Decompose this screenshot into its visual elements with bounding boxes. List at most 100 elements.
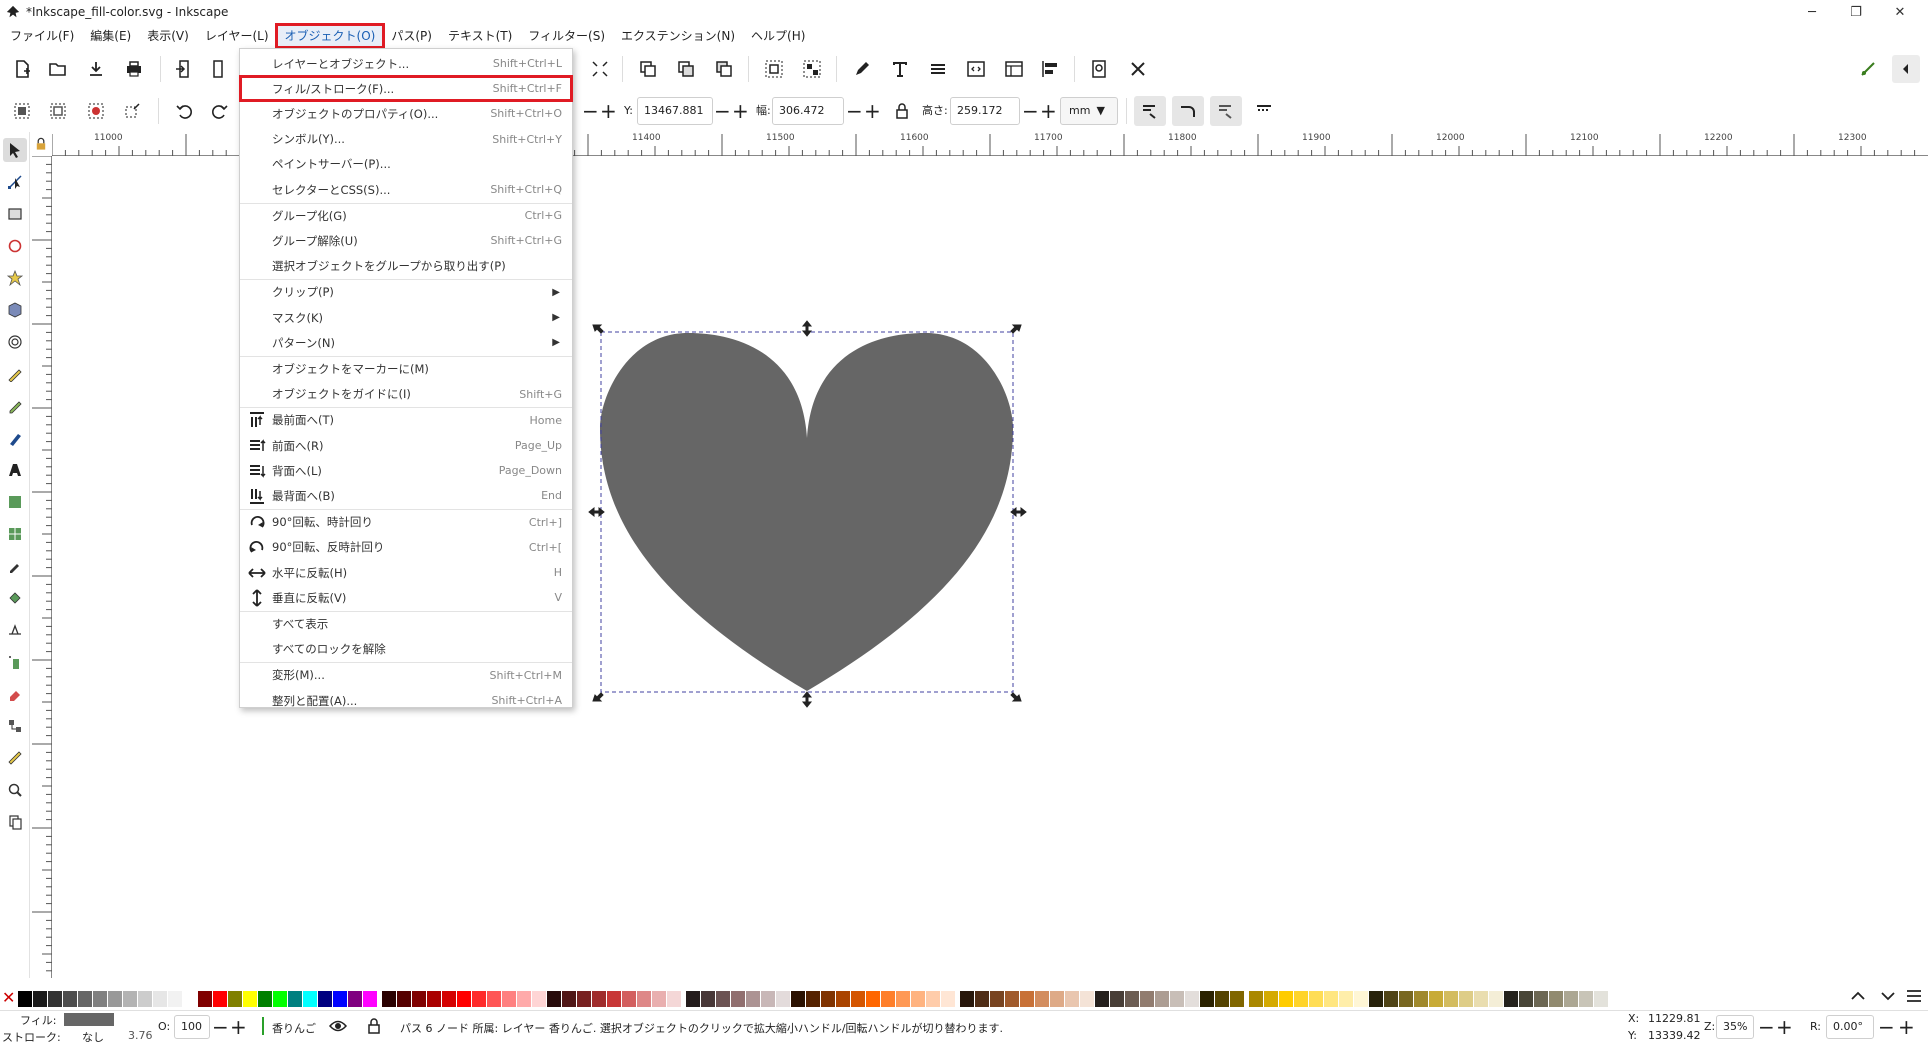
tool-mesh[interactable]: [3, 522, 27, 546]
none-color-swatch[interactable]: ✕: [2, 988, 15, 1007]
color-swatch[interactable]: [941, 991, 955, 1007]
tool-star[interactable]: [3, 266, 27, 290]
object-menu-item[interactable]: クリップ(P) ▶: [240, 280, 572, 305]
color-swatch[interactable]: [547, 991, 561, 1007]
menu-file[interactable]: ファイル(F): [2, 25, 82, 47]
transform-gradients-toggle[interactable]: [1210, 96, 1242, 126]
tool-pages[interactable]: [3, 810, 27, 834]
color-swatch[interactable]: [1264, 991, 1278, 1007]
color-swatch[interactable]: [93, 991, 107, 1007]
color-swatch[interactable]: [836, 991, 850, 1007]
color-swatch[interactable]: [701, 991, 715, 1007]
zoom-field[interactable]: 35%: [1716, 1015, 1754, 1039]
width-plus-icon[interactable]: +: [864, 97, 881, 125]
color-swatch[interactable]: [78, 991, 92, 1007]
color-swatch[interactable]: [1489, 991, 1503, 1007]
color-swatch[interactable]: [622, 991, 636, 1007]
menu-help[interactable]: ヘルプ(H): [743, 25, 813, 47]
x-minus-icon[interactable]: −: [582, 97, 599, 125]
y-plus-icon[interactable]: +: [732, 97, 749, 125]
object-menu-item[interactable]: 背面へ(L) Page_Down: [240, 458, 572, 483]
tool-ellipse[interactable]: [3, 234, 27, 258]
palette-scroll-down-button[interactable]: [1876, 984, 1900, 1008]
rotate-ccw-button[interactable]: [170, 97, 198, 125]
restore-button[interactable]: ❐: [1834, 0, 1878, 24]
tool-selector[interactable]: [3, 138, 27, 162]
object-menu-item[interactable]: 最背面へ(B) End: [240, 483, 572, 508]
touch-select-button[interactable]: [118, 97, 146, 125]
print-button[interactable]: [120, 55, 148, 83]
color-swatch[interactable]: [1110, 991, 1124, 1007]
color-swatch[interactable]: [123, 991, 137, 1007]
new-document-button[interactable]: [8, 55, 36, 83]
color-swatch[interactable]: [442, 991, 456, 1007]
object-menu-item[interactable]: すべてのロックを解除: [240, 637, 572, 662]
color-swatch[interactable]: [487, 991, 501, 1007]
menu-text[interactable]: テキスト(T): [440, 25, 520, 47]
color-swatch[interactable]: [258, 991, 272, 1007]
color-swatch[interactable]: [990, 991, 1004, 1007]
object-menu-item[interactable]: 水平に反転(H) H: [240, 560, 572, 585]
color-swatch[interactable]: [746, 991, 760, 1007]
color-swatch[interactable]: [1384, 991, 1398, 1007]
heart-shape[interactable]: [600, 332, 1013, 691]
duplicate-button[interactable]: [634, 55, 662, 83]
color-swatch[interactable]: [517, 991, 531, 1007]
color-swatch[interactable]: [607, 991, 621, 1007]
palette-menu-button[interactable]: [1902, 984, 1926, 1008]
color-swatch[interactable]: [761, 991, 775, 1007]
ungroup-button[interactable]: [798, 55, 826, 83]
color-swatch[interactable]: [228, 991, 242, 1007]
color-swatch[interactable]: [273, 991, 287, 1007]
export-button[interactable]: [206, 55, 234, 83]
object-menu-item[interactable]: グループ解除(U) Shift+Ctrl+G: [240, 228, 572, 253]
color-swatch[interactable]: [1414, 991, 1428, 1007]
color-swatch[interactable]: [1549, 991, 1563, 1007]
color-swatch[interactable]: [1170, 991, 1184, 1007]
color-swatch[interactable]: [1339, 991, 1353, 1007]
object-menu-item[interactable]: マスク(K) ▶: [240, 305, 572, 330]
color-swatch[interactable]: [1125, 991, 1139, 1007]
tool-rectangle[interactable]: [3, 202, 27, 226]
color-swatch[interactable]: [532, 991, 546, 1007]
transform-patterns-toggle[interactable]: [1250, 97, 1278, 125]
color-swatch[interactable]: [1294, 991, 1308, 1007]
color-swatch[interactable]: [791, 991, 805, 1007]
height-field[interactable]: 259.172: [950, 97, 1020, 125]
color-swatch[interactable]: [243, 991, 257, 1007]
snap-toggle-button[interactable]: [1854, 55, 1882, 83]
object-menu-item[interactable]: すべて表示: [240, 611, 572, 636]
color-swatch[interactable]: [1080, 991, 1094, 1007]
opacity-plus-icon[interactable]: +: [230, 1013, 247, 1041]
tool-node[interactable]: [3, 170, 27, 194]
color-swatch[interactable]: [138, 991, 152, 1007]
fill-stroke-button[interactable]: [848, 55, 876, 83]
palette-scroll-up-button[interactable]: [1846, 984, 1870, 1008]
select-all-layers-button[interactable]: [44, 97, 72, 125]
scale-corners-toggle[interactable]: [1172, 96, 1204, 126]
preferences-button[interactable]: [1124, 55, 1152, 83]
tool-measure[interactable]: [3, 746, 27, 770]
color-swatch[interactable]: [1309, 991, 1323, 1007]
color-swatch[interactable]: [183, 991, 197, 1007]
tool-connector[interactable]: [3, 714, 27, 738]
tool-spiral[interactable]: [3, 330, 27, 354]
color-swatch[interactable]: [1534, 991, 1548, 1007]
rotate-field[interactable]: 0.00°: [1826, 1015, 1874, 1039]
color-swatch[interactable]: [1249, 991, 1263, 1007]
color-swatch[interactable]: [1035, 991, 1049, 1007]
print-preview-button[interactable]: [1086, 55, 1114, 83]
color-swatch[interactable]: [1065, 991, 1079, 1007]
color-swatch[interactable]: [926, 991, 940, 1007]
text-font-button[interactable]: [886, 55, 914, 83]
rotate-plus-icon[interactable]: +: [1898, 1013, 1915, 1041]
color-swatch[interactable]: [577, 991, 591, 1007]
document-properties-button[interactable]: [1000, 55, 1028, 83]
width-field[interactable]: 306.472: [772, 97, 844, 125]
stroke-value[interactable]: なし: [82, 1029, 104, 1044]
select-all-button[interactable]: [8, 97, 36, 125]
color-swatch[interactable]: [1564, 991, 1578, 1007]
color-swatch[interactable]: [318, 991, 332, 1007]
tool-tweak[interactable]: [3, 618, 27, 642]
color-swatch[interactable]: [911, 991, 925, 1007]
